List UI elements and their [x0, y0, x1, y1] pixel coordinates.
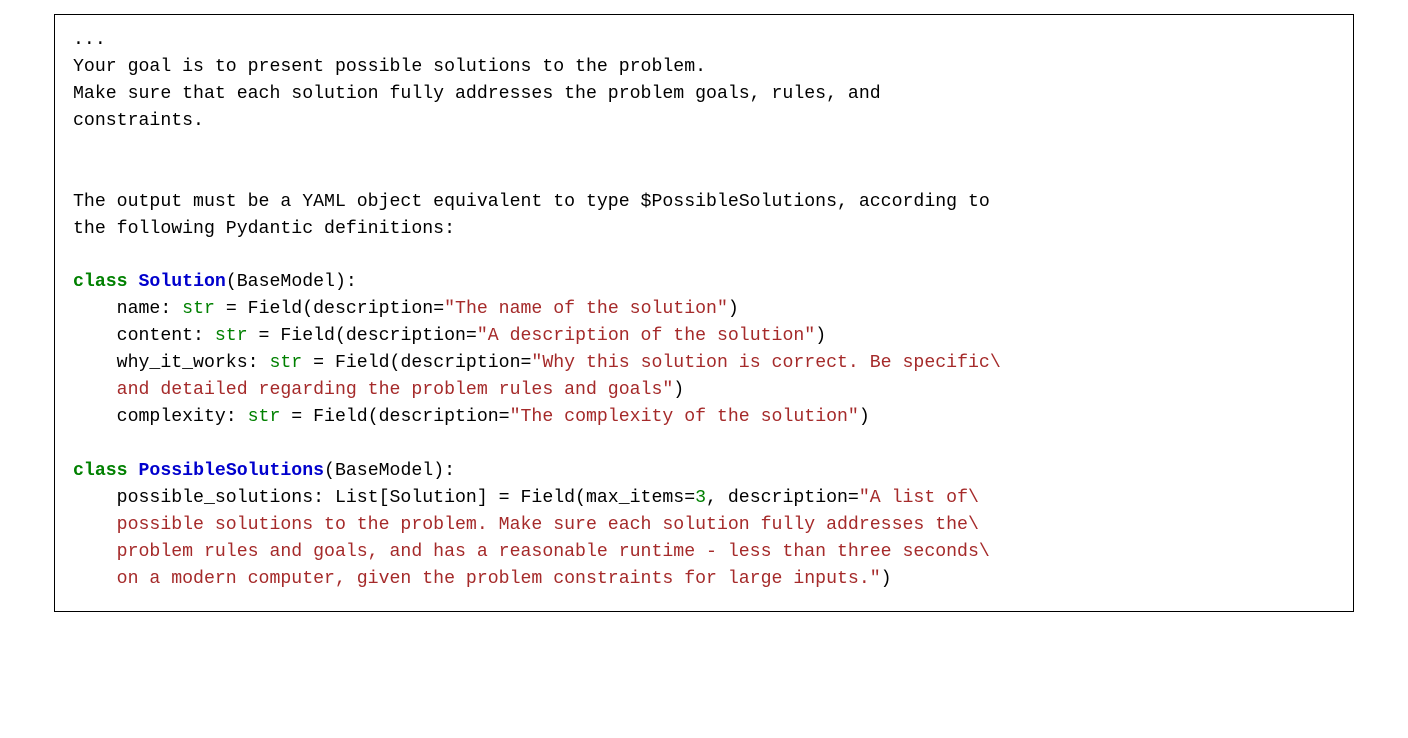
type-str: str: [182, 299, 215, 319]
type-str: str: [248, 407, 281, 427]
type-str: str: [215, 326, 248, 346]
code-text: name:: [73, 299, 182, 319]
string-literal: "A list of\: [859, 488, 979, 508]
type-str: str: [269, 353, 302, 373]
code-line: Make sure that each solution fully addre…: [73, 84, 881, 104]
classname-possiblesolutions: PossibleSolutions: [139, 461, 325, 481]
keyword-class: class: [73, 461, 128, 481]
code-text: ): [859, 407, 870, 427]
keyword-class: class: [73, 272, 128, 292]
code-text: = Field(description=: [215, 299, 444, 319]
number-literal: 3: [695, 488, 706, 508]
classname-solution: Solution: [139, 272, 226, 292]
code-text: complexity:: [73, 407, 248, 427]
code-text: ): [815, 326, 826, 346]
code-line: Your goal is to present possible solutio…: [73, 57, 706, 77]
code-line: constraints.: [73, 111, 204, 131]
code-text: ): [728, 299, 739, 319]
code-text: ): [881, 569, 892, 589]
string-literal: on a modern computer, given the problem …: [73, 569, 881, 589]
code-text: ): [673, 380, 684, 400]
code-line: The output must be a YAML object equival…: [73, 192, 990, 212]
string-literal: "The name of the solution": [444, 299, 728, 319]
string-literal: "Why this solution is correct. Be specif…: [531, 353, 1000, 373]
code-line: ...: [73, 30, 106, 50]
code-text: = Field(description=: [280, 407, 509, 427]
code-listing-box: ... Your goal is to present possible sol…: [54, 14, 1354, 612]
code-text: (BaseModel):: [324, 461, 455, 481]
string-literal: possible solutions to the problem. Make …: [73, 515, 979, 535]
code-text: = Field(description=: [302, 353, 531, 373]
code-text: why_it_works:: [73, 353, 269, 373]
code-text: , description=: [706, 488, 859, 508]
code-text: = Field(description=: [248, 326, 477, 346]
string-literal: problem rules and goals, and has a reaso…: [73, 542, 990, 562]
code-line: the following Pydantic definitions:: [73, 219, 455, 239]
code-text: (BaseModel):: [226, 272, 357, 292]
string-literal: and detailed regarding the problem rules…: [73, 380, 673, 400]
code-text: content:: [73, 326, 215, 346]
string-literal: "A description of the solution": [477, 326, 815, 346]
string-literal: "The complexity of the solution": [510, 407, 859, 427]
code-text: possible_solutions: List[Solution] = Fie…: [73, 488, 695, 508]
